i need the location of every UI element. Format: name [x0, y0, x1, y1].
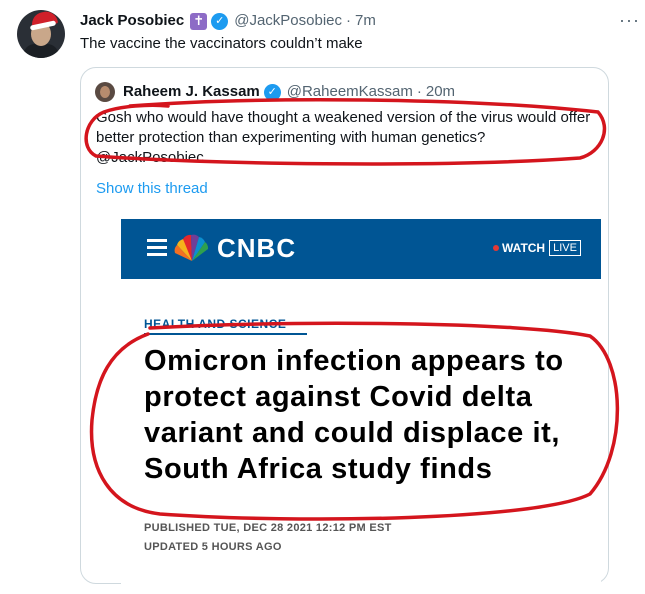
published-date: PUBLISHED TUE, DEC 28 2021 12:12 PM EST [144, 522, 392, 534]
cross-badge-icon: ✝ [190, 12, 208, 30]
quote-author-name[interactable]: Raheem J. Kassam [123, 83, 260, 101]
updated-time: UPDATED 5 HOURS AGO [144, 541, 282, 553]
cnbc-logo: CNBC [217, 233, 297, 263]
live-dot-icon [493, 245, 499, 251]
author-avatar[interactable] [17, 10, 65, 58]
quote-author-handle[interactable]: @RaheemKassam [287, 83, 413, 101]
author-name[interactable]: Jack Posobiec [80, 12, 184, 30]
tweet-header: Jack Posobiec ✝ ✓ @JackPosobiec · 7m [80, 12, 376, 30]
quote-header: Raheem J. Kassam ✓ @RaheemKassam · 20m [123, 83, 455, 101]
peacock-logo-icon [174, 234, 209, 261]
live-label: LIVE [549, 240, 581, 256]
tweet-timestamp[interactable]: 7m [355, 12, 376, 30]
watch-label: WATCH [502, 241, 546, 255]
author-handle[interactable]: @JackPosobiec [234, 12, 342, 30]
avatar-suit [23, 44, 59, 58]
watch-live-button: WATCH LIVE [493, 240, 581, 256]
separator-dot: · [346, 12, 352, 29]
article-screenshot[interactable]: CNBC WATCH LIVE HEALTH AND SCIENCE Omicr… [121, 219, 601, 594]
more-options-icon[interactable]: ··· [619, 10, 640, 31]
quoted-tweet[interactable]: Raheem J. Kassam ✓ @RaheemKassam · 20m G… [80, 67, 609, 594]
verified-badge-icon: ✓ [211, 12, 229, 30]
cnbc-header-bar: CNBC WATCH LIVE [121, 219, 601, 279]
quote-text-block: Gosh who would have thought a weakened v… [96, 108, 596, 168]
quote-timestamp[interactable]: 20m [426, 83, 455, 101]
quote-mention[interactable]: @JackPosobiec [96, 148, 596, 168]
article-headline: Omicron infection appears to protect aga… [144, 345, 564, 485]
quote-avatar-face [100, 86, 110, 98]
section-underline [144, 333, 307, 335]
tweet-text: The vaccine the vaccinators couldn’t mak… [80, 35, 363, 52]
quote-author-avatar[interactable] [95, 82, 115, 102]
section-label: HEALTH AND SCIENCE [144, 317, 287, 331]
quote-text: Gosh who would have thought a weakened v… [96, 109, 591, 146]
show-thread-link[interactable]: Show this thread [96, 180, 208, 197]
verified-badge-icon: ✓ [263, 83, 281, 101]
menu-icon [147, 239, 167, 257]
separator-dot: · [416, 83, 422, 100]
